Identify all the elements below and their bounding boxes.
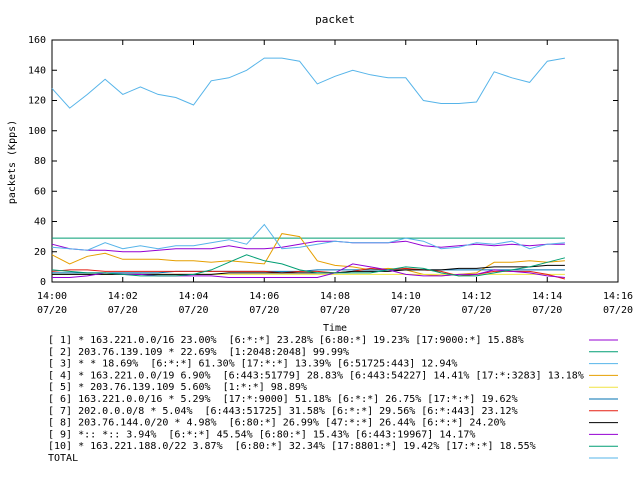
series-line-11 [51,223,565,251]
legend-label: [ 2] 203.76.139.109 * 22.69% [1:2048:204… [48,347,349,358]
legend-label: TOTAL [48,453,78,464]
x-tick-label-time: 14:08 [320,291,350,302]
x-tick-label-time: 14:12 [461,291,491,302]
y-tick-label: 60 [34,186,46,197]
legend: [ 1] * 163.221.0.0/16 23.00% [6:*:*] 23.… [48,335,618,464]
x-tick-label-time: 14:00 [37,291,67,302]
x-tick-label-time: 14:16 [603,291,633,302]
x-tick-label-date: 07/20 [532,305,562,316]
x-tick-label-time: 14:10 [391,291,421,302]
y-tick-label: 160 [28,35,46,46]
series-line-1 [51,240,565,253]
x-tick-label-date: 07/20 [249,305,279,316]
y-axis-label: packets (Kpps) [7,120,18,204]
line-chart: packet packets (Kpps) Time 0 20 40 60 80 100 1… [7,13,633,464]
legend-label: [ 9] *:: *:: 3.94% [6:*:*] 45.54% [6:80:… [48,429,475,440]
legend-label: [ 1] * 163.221.0.0/16 23.00% [6:*:*] 23.… [48,335,524,346]
x-tick-label-date: 07/20 [461,305,491,316]
x-tick-label-time: 14:04 [178,291,208,302]
x-tick-label-date: 07/20 [603,305,633,316]
x-axis-label: Time [323,323,347,334]
y-tick-label: 80 [34,156,46,167]
legend-label: [ 5] * 203.76.139.109 5.60% [1:*:*] 98.8… [48,382,307,393]
legend-label: [ 6] 163.221.0.0/16 * 5.29% [17:*:9000] … [48,394,518,405]
y-tick-label: 120 [28,96,46,107]
series-line-3 [51,57,565,109]
x-tick-label-date: 07/20 [320,305,350,316]
x-tick-label-date: 07/20 [108,305,138,316]
y-tick-label: 40 [34,217,46,228]
x-tick-label-date: 07/20 [37,305,67,316]
chart-title: packet [315,13,355,26]
legend-label: [ 7] 202.0.0.0/8 * 5.04% [6:443:51725] 3… [48,406,518,417]
legend-label: [ 3] * * 18.69% [6:*:*] 61.30% [17:*:*] … [48,359,457,370]
x-tick-label-time: 14:06 [249,291,279,302]
legend-label: [10] * 163.221.188.0/22 3.87% [6:80:*] 3… [48,441,536,452]
legend-label: [ 4] * 163.221.0.0/19 6.90% [6:443:51779… [48,370,584,381]
y-tick-label: 140 [28,65,46,76]
y-tick-label: 20 [34,247,46,258]
x-tick-label-time: 14:02 [108,291,138,302]
y-tick-label: 100 [28,126,46,137]
x-tick-label-time: 14:14 [532,291,562,302]
y-tick-label: 0 [40,277,46,288]
x-tick-label-date: 07/20 [391,305,421,316]
x-tick-label-date: 07/20 [178,305,208,316]
series-lines [51,57,566,280]
legend-label: [ 8] 203.76.144.0/20 * 4.98% [6:80:*] 26… [48,418,506,429]
